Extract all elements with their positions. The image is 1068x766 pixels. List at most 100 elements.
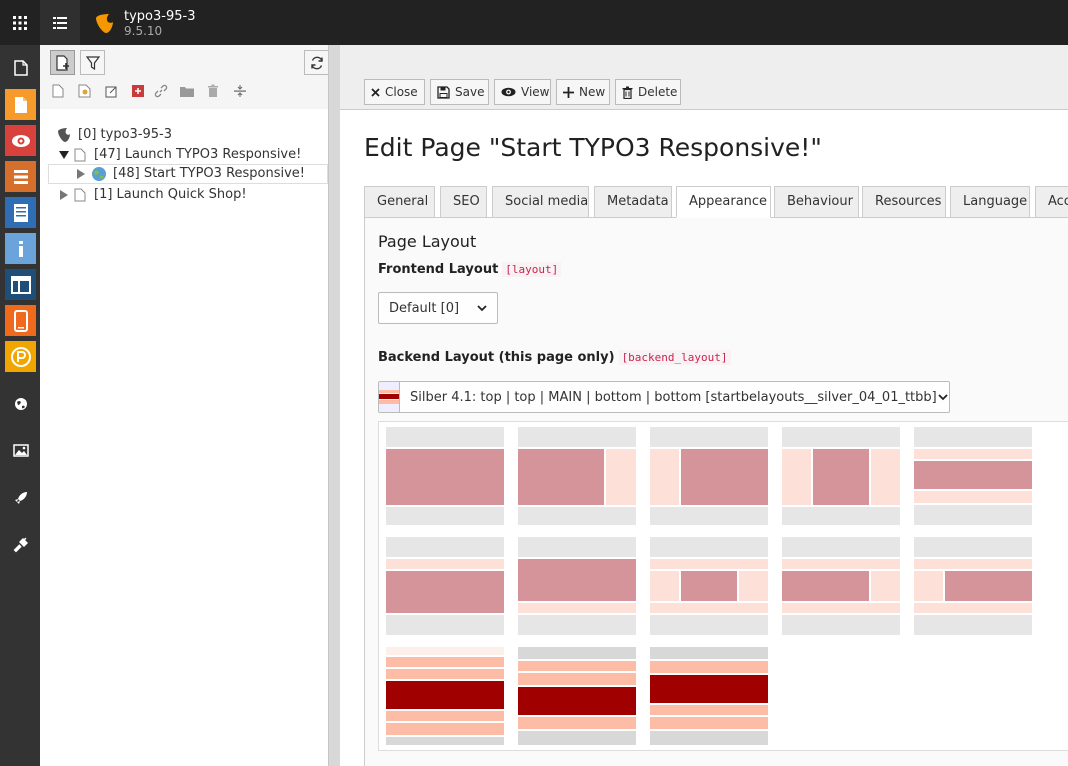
module-filelist-button[interactable]	[5, 435, 36, 466]
drag-recycler-icon[interactable]	[205, 83, 221, 99]
external-link-page-icon	[132, 85, 144, 97]
page-icon	[74, 188, 86, 202]
layout-option[interactable]	[386, 427, 504, 525]
page-title: Edit Page "Start TYPO3 Responsive!"	[364, 133, 822, 162]
backend-layout-label-text: Backend Layout (this page only)	[378, 350, 615, 365]
new-page-icon	[55, 54, 69, 71]
layout-option-selected[interactable]	[650, 647, 768, 745]
tab-metadata[interactable]: Metadata	[594, 186, 672, 218]
drag-link-icon[interactable]	[153, 83, 169, 99]
layout-option[interactable]	[518, 427, 636, 525]
refresh-tree-button[interactable]	[304, 50, 329, 75]
frontend-layout-label: Frontend Layout [layout]	[378, 262, 562, 277]
backend-layout-label: Backend Layout (this page only) [backend_…	[378, 350, 731, 365]
layout-option[interactable]	[518, 537, 636, 635]
drag-mountpoint-icon[interactable]	[130, 83, 146, 99]
site-version: 9.5.10	[124, 24, 163, 38]
module-powermail-button[interactable]	[5, 341, 36, 372]
module-responsive-button[interactable]	[5, 305, 36, 336]
save-button[interactable]: Save	[430, 79, 489, 105]
module-web-page-button[interactable]	[5, 89, 36, 120]
drag-backend-user-section-icon[interactable]	[77, 83, 93, 99]
tree-node-47[interactable]: [47] Launch TYPO3 Responsive!	[58, 145, 301, 165]
new-page-toggle-button[interactable]	[50, 50, 75, 75]
layout-option[interactable]	[518, 647, 636, 745]
tab-social-media[interactable]: Social media	[492, 186, 589, 218]
trash-icon	[622, 86, 633, 99]
frontend-layout-select[interactable]: Default [0]	[378, 292, 498, 324]
module-launch-button[interactable]	[5, 482, 36, 513]
layout-option[interactable]	[386, 647, 504, 745]
backend-user-section-icon	[78, 84, 91, 98]
chevron-down-icon	[938, 393, 948, 400]
drag-folder-icon[interactable]	[179, 83, 195, 99]
drag-new-page-icon[interactable]	[50, 83, 66, 99]
module-sites-button[interactable]	[5, 388, 36, 419]
link-icon	[154, 84, 168, 98]
module-page-button[interactable]	[5, 52, 36, 83]
globe-icon	[14, 397, 27, 410]
page-icon	[74, 148, 86, 162]
tab-resources[interactable]: Resources	[862, 186, 946, 218]
module-extensions-button[interactable]	[5, 529, 36, 560]
filter-icon	[85, 55, 100, 70]
plus-icon	[563, 86, 574, 98]
view-label: View	[521, 85, 550, 99]
view-button[interactable]: View	[494, 79, 551, 105]
plug-icon	[13, 537, 28, 552]
tab-general[interactable]: General	[364, 186, 435, 218]
tree-node-1[interactable]: [1] Launch Quick Shop!	[58, 185, 247, 205]
layout-option[interactable]	[650, 537, 768, 635]
new-button[interactable]: New	[556, 79, 610, 105]
tab-appearance[interactable]: Appearance	[676, 186, 771, 218]
tab-language[interactable]: Language	[950, 186, 1030, 218]
backend-layout-value: Silber 4.1: top | top | MAIN | bottom | …	[410, 389, 937, 405]
page-icon	[14, 96, 27, 113]
section-title: Page Layout	[378, 232, 477, 251]
form-icon	[13, 203, 28, 222]
drag-divider-icon[interactable]	[232, 83, 248, 99]
page-tree-panel: [0] typo3-95-3 [47] Launch TYPO3 Respons…	[40, 45, 329, 766]
expand-caret-icon[interactable]	[58, 189, 70, 201]
tree-node-label: [0] typo3-95-3	[78, 127, 173, 142]
collapse-caret-icon[interactable]	[58, 149, 70, 161]
tree-node-label: [48] Start TYPO3 Responsive!	[113, 166, 306, 181]
drag-shortcut-icon[interactable]	[104, 83, 120, 99]
expand-caret-icon[interactable]	[75, 168, 87, 180]
shortcut-icon	[105, 86, 117, 98]
layout-option[interactable]	[650, 427, 768, 525]
layout-option[interactable]	[914, 427, 1032, 525]
close-button[interactable]: Close	[364, 79, 425, 105]
frontend-layout-label-text: Frontend Layout	[378, 262, 499, 277]
field-name-code: [layout]	[502, 262, 562, 277]
layout-option[interactable]	[914, 537, 1032, 635]
content-area: Close Save View New Delete Edit Page "St…	[340, 45, 1068, 766]
page-module-icon	[13, 59, 28, 76]
module-form-button[interactable]	[5, 197, 36, 228]
delete-label: Delete	[638, 85, 678, 99]
layout-option[interactable]	[782, 427, 900, 525]
apps-menu-button[interactable]	[0, 0, 40, 45]
tree-node-48[interactable]: [48] Start TYPO3 Responsive!	[48, 164, 328, 184]
filter-button[interactable]	[80, 50, 105, 75]
tab-access[interactable]: Acc	[1035, 186, 1068, 218]
toggle-page-tree-button[interactable]	[40, 0, 80, 45]
module-view-button[interactable]	[5, 125, 36, 156]
tab-behaviour[interactable]: Behaviour	[774, 186, 859, 218]
responsive-icon	[13, 309, 28, 332]
module-list-button[interactable]	[5, 161, 36, 192]
frontend-layout-value: Default [0]	[389, 300, 460, 316]
top-bar: typo3-95-3 9.5.10	[0, 0, 1068, 45]
module-template-button[interactable]	[5, 269, 36, 300]
module-info-button[interactable]	[5, 233, 36, 264]
backend-layout-select[interactable]: Silber 4.1: top | top | MAIN | bottom | …	[378, 381, 950, 413]
layout-option[interactable]	[386, 537, 504, 635]
tree-node-root[interactable]: [0] typo3-95-3	[56, 125, 172, 145]
grid-icon	[13, 15, 27, 30]
layout-option[interactable]	[782, 537, 900, 635]
save-label: Save	[455, 85, 485, 99]
tab-seo[interactable]: SEO	[440, 186, 487, 218]
delete-button[interactable]: Delete	[615, 79, 681, 105]
tree-splitter[interactable]	[328, 45, 340, 766]
typo3-logo-icon[interactable]	[92, 11, 116, 35]
